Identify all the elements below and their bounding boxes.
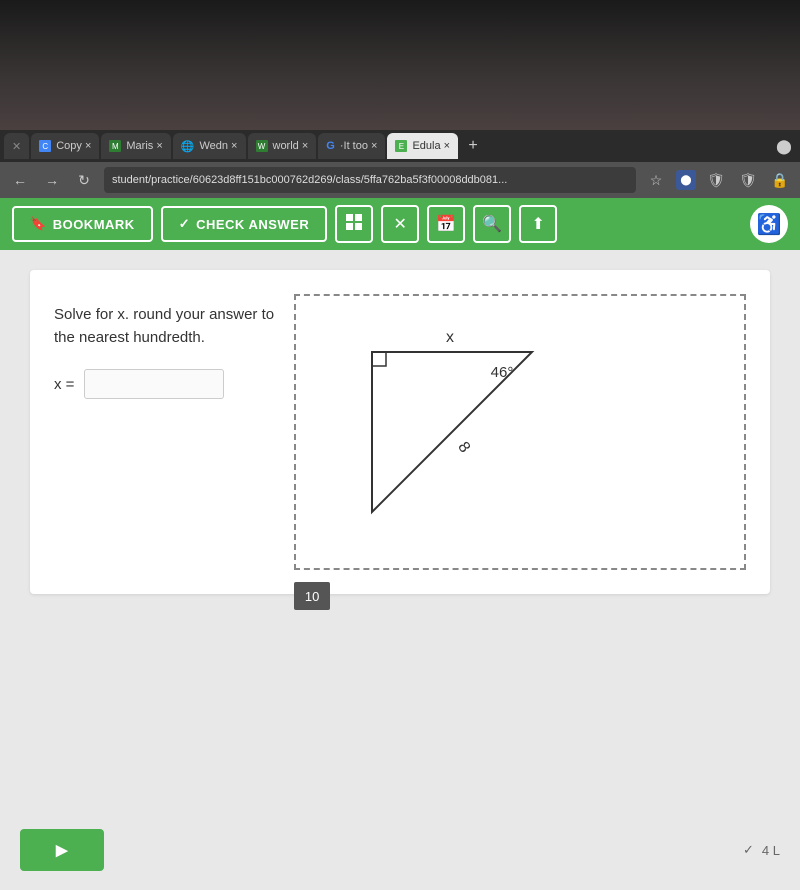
extension-icon4[interactable]: 🔒	[768, 168, 792, 192]
answer-input[interactable]	[84, 369, 224, 399]
hyp-label: 8	[454, 439, 473, 456]
bookmark-star[interactable]: ☆	[644, 168, 668, 192]
tab-favicon: W	[256, 140, 268, 152]
minimize-button[interactable]: ⬤	[772, 134, 796, 158]
reload-button[interactable]: ↻	[72, 168, 96, 192]
tab-edula-label: Edula ×	[412, 140, 450, 152]
page-number: 10	[305, 589, 319, 604]
search-icon: 🔍	[482, 214, 502, 234]
page-badge: 10	[294, 582, 330, 610]
question-right: x 46° 8 10	[294, 294, 746, 570]
angle-label: 46°	[491, 364, 514, 381]
calendar-icon: 📅	[436, 214, 456, 234]
background-area	[0, 0, 800, 130]
accessibility-button[interactable]: ♿	[750, 205, 788, 243]
tab-maris-label: Maris ×	[126, 140, 162, 152]
bookmark-label: BOOKMARK	[53, 217, 135, 232]
tab-favicon: C	[39, 140, 51, 152]
close-button[interactable]: ✕	[381, 205, 419, 243]
grid-icon	[345, 213, 363, 236]
forward-button[interactable]: →	[40, 168, 64, 192]
tab-wedn[interactable]: 🌐 Wedn ×	[173, 133, 246, 159]
upload-button[interactable]: ⬆	[519, 205, 557, 243]
main-content: 🔖 BOOKMARK ✓ CHECK ANSWER ✕ 📅 🔍 ⬆	[0, 198, 800, 890]
tab-bar: ✕ C Copy × M Maris × 🌐 Wedn × W world × …	[0, 130, 800, 162]
check-answer-button[interactable]: ✓ CHECK ANSWER	[161, 206, 328, 242]
tab-favicon: E	[395, 140, 407, 152]
content-area: Solve for x. round your answer to the ne…	[0, 250, 800, 810]
tab-edula[interactable]: E Edula ×	[387, 133, 458, 159]
answer-row: x =	[54, 369, 274, 399]
checkmark-area: ✓ 4 L	[743, 842, 780, 858]
tab-favicon: G	[326, 140, 335, 152]
x-label: x	[446, 329, 454, 346]
extension-icon1[interactable]: ⬤	[676, 170, 696, 190]
browser-chrome: ✕ C Copy × M Maris × 🌐 Wedn × W world × …	[0, 130, 800, 198]
tab-favicon: 🌐	[181, 140, 195, 153]
tab-google[interactable]: G ·It too ×	[318, 133, 385, 159]
upload-icon: ⬆	[532, 214, 545, 234]
tab-icon: ✕	[12, 140, 21, 153]
tab-add-button[interactable]: +	[460, 133, 486, 159]
tab-copy[interactable]: C Copy ×	[31, 133, 99, 159]
extension-icon3[interactable]: 🛡	[736, 168, 760, 192]
address-bar: ← → ↻ ☆ ⬤ 🛡 🛡 🔒	[0, 162, 800, 198]
bottom-area: ▶ ✓ 4 L	[0, 810, 800, 890]
tab-x[interactable]: ✕	[4, 133, 29, 159]
grid-button[interactable]	[335, 205, 373, 243]
question-left: Solve for x. round your answer to the ne…	[54, 294, 274, 399]
tab-world-label: world ×	[273, 140, 309, 152]
extension-icon2[interactable]: 🛡	[704, 168, 728, 192]
bookmark-button[interactable]: 🔖 BOOKMARK	[12, 206, 153, 242]
answer-label: x =	[54, 376, 74, 393]
question-line1: Solve for x. round your answer to	[54, 306, 274, 323]
tab-google-label: ·It too ×	[340, 140, 378, 152]
check-answer-label: CHECK ANSWER	[196, 217, 309, 232]
next-arrow: ▶	[56, 842, 68, 859]
page-count: 4 L	[762, 843, 780, 858]
bookmark-icon: 🔖	[30, 216, 47, 232]
accessibility-icon: ♿	[757, 212, 782, 237]
tab-copy-label: Copy ×	[56, 140, 91, 152]
next-button[interactable]: ▶	[20, 829, 104, 871]
question-text: Solve for x. round your answer to the ne…	[54, 304, 274, 349]
address-input[interactable]	[104, 167, 636, 193]
tab-maris[interactable]: M Maris ×	[101, 133, 170, 159]
tab-favicon: M	[109, 140, 121, 152]
toolbar: 🔖 BOOKMARK ✓ CHECK ANSWER ✕ 📅 🔍 ⬆	[0, 198, 800, 250]
triangle-diagram: x 46° 8	[312, 312, 592, 552]
checkmark-icon: ✓	[743, 842, 754, 858]
back-button[interactable]: ←	[8, 168, 32, 192]
diagram-container: x 46° 8	[294, 294, 746, 570]
check-icon: ✓	[179, 216, 190, 232]
close-icon: ✕	[394, 214, 407, 234]
tab-wedn-label: Wedn ×	[199, 140, 237, 152]
calendar-button[interactable]: 📅	[427, 205, 465, 243]
question-line2: the nearest hundredth.	[54, 329, 205, 346]
search-button[interactable]: 🔍	[473, 205, 511, 243]
question-card: Solve for x. round your answer to the ne…	[30, 270, 770, 594]
tab-world[interactable]: W world ×	[248, 133, 317, 159]
